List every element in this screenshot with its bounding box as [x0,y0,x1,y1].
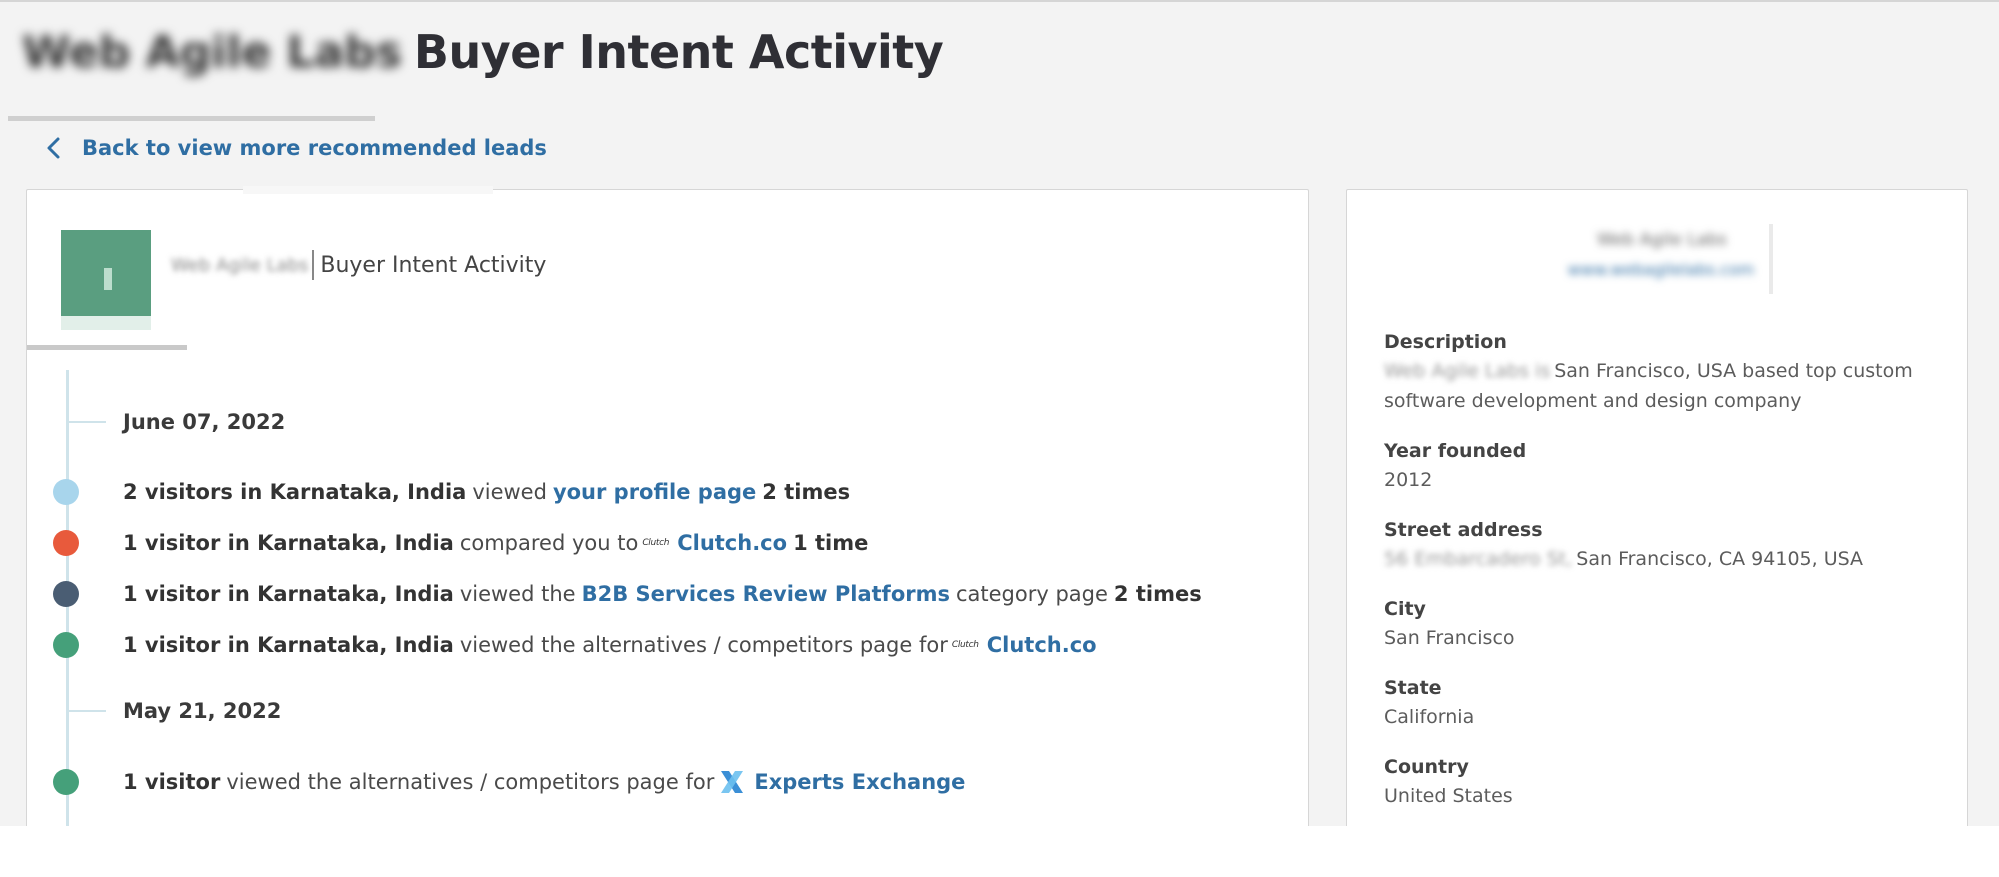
card-header-divider [312,250,315,280]
timeline-event: 1 visitor in Karnataka, India compared y… [53,528,868,558]
field-label: Country [1384,756,1469,778]
event-link-clutch[interactable]: Clutch.co [987,633,1097,657]
field-value-redacted: 56 Embarcadero St, [1384,548,1573,570]
card-header-underline [27,345,187,350]
event-count: 2 times [1113,582,1202,606]
company-logo-shadow [61,316,151,330]
company-website-link[interactable]: www.webagilelabs.com [1563,260,1759,280]
event-count: 1 time [793,531,869,555]
company-info-card: Web Agile Labs www.webagilelabs.com Desc… [1346,189,1968,826]
event-actor: 1 visitor in Karnataka, India [123,582,454,606]
company-logo [61,230,151,316]
event-link-experts-exchange[interactable]: Experts Exchange [754,770,965,794]
field-label: State [1384,677,1442,699]
field-label: Description [1384,331,1507,353]
field-label: City [1384,598,1426,620]
field-country: Country United States [1384,753,1944,811]
activity-card: Web Agile Labs Buyer Intent Activity Jun… [26,186,1309,826]
card-header-title: Buyer Intent Activity [320,252,547,278]
timeline-event: 2 visitors in Karnataka, India viewed yo… [53,477,850,507]
experts-exchange-icon [721,771,744,793]
page-title-company: Web Agile Labs [22,26,402,78]
field-label: Year founded [1384,440,1527,462]
event-dot [53,581,79,607]
field-state: State California [1384,674,1944,732]
event-verb: compared you to [459,531,639,555]
back-to-leads-link[interactable]: Back to view more recommended leads [40,131,547,165]
event-after: category page [955,582,1108,606]
event-dot [53,632,79,658]
app-window: Web Agile Labs Buyer Intent Activity Bac… [0,0,1999,826]
event-verb: viewed the [459,582,576,606]
page-title-text: Buyer Intent Activity [413,25,944,79]
event-link-clutch[interactable]: Clutch.co [677,531,787,555]
event-link-category[interactable]: B2B Services Review Platforms [582,582,950,606]
chevron-left-icon [47,137,60,159]
title-underline [8,116,375,121]
field-label: Street address [1384,519,1543,541]
back-link-label: Back to view more recommended leads [82,136,547,160]
field-street-address: Street address 56 Embarcadero St, San Fra… [1384,516,1944,574]
field-city: City San Francisco [1384,595,1944,653]
field-value: San Francisco [1384,627,1515,649]
field-value: 56 Embarcadero St, San Francisco, CA 9410… [1384,544,1944,574]
event-dot [53,530,79,556]
company-name: Web Agile Labs [1597,230,1727,250]
field-year-founded: Year founded 2012 [1384,437,1944,495]
timeline-date-label: June 07, 2022 [123,410,286,434]
event-dot [53,479,79,505]
timeline-date-label: May 21, 2022 [123,699,282,723]
card-top-strip [243,186,493,194]
event-actor: 1 visitor in Karnataka, India [123,531,454,555]
event-actor: 1 visitor [123,770,221,794]
field-value: Web Agile Labs is San Francisco, USA base… [1384,356,1944,416]
timeline-event: 1 visitor in Karnataka, India viewed the… [53,579,1202,609]
field-value: 2012 [1384,469,1433,491]
timeline-event: 1 visitor viewed the alternatives / comp… [53,767,965,797]
card-header-company: Web Agile Labs [171,254,309,276]
event-verb: viewed the alternatives / competitors pa… [226,770,715,794]
field-value-text: San Francisco, CA 94105, USA [1576,548,1864,570]
clutch-logo: Clutch [951,640,979,650]
company-header-divider [1769,224,1773,294]
event-dot [53,769,79,795]
timeline-date: June 07, 2022 [66,407,285,437]
field-value: California [1384,706,1475,728]
event-actor: 2 visitors in Karnataka, India [123,480,467,504]
event-link-profile-page[interactable]: your profile page [553,480,756,504]
event-actor: 1 visitor in Karnataka, India [123,633,454,657]
page-title: Web Agile Labs Buyer Intent Activity [22,20,944,84]
timeline-date: May 21, 2022 [66,696,281,726]
field-value-redacted: Web Agile Labs is [1384,360,1551,382]
clutch-logo: Clutch [642,538,670,548]
event-verb: viewed [472,480,547,504]
timeline-event: 1 visitor in Karnataka, India viewed the… [53,630,1097,660]
card-header: Web Agile Labs Buyer Intent Activity [171,248,546,282]
field-description: Description Web Agile Labs is San Francis… [1384,328,1944,416]
event-verb: viewed the alternatives / competitors pa… [459,633,948,657]
field-value: United States [1384,785,1513,807]
event-count: 2 times [762,480,851,504]
